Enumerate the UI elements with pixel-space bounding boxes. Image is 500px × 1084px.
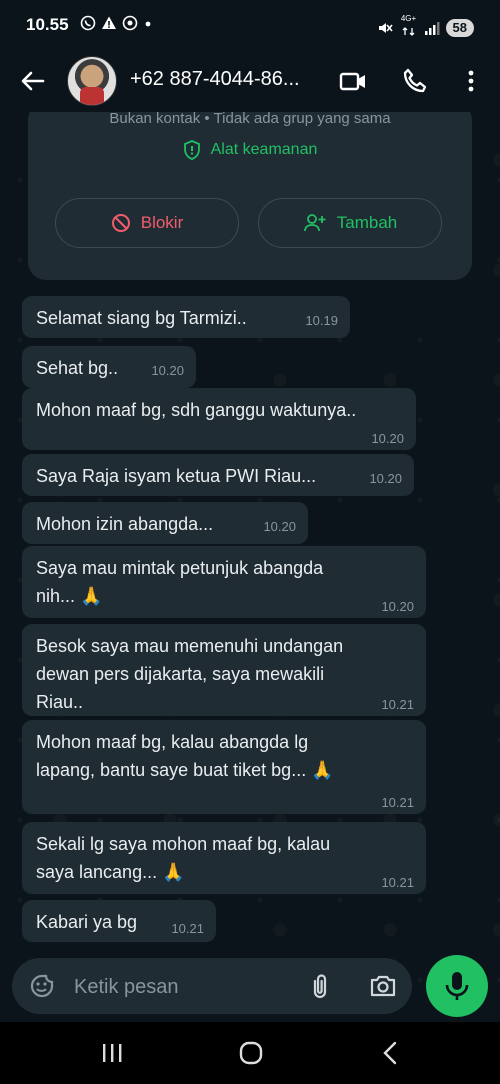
message-bubble[interactable]: Sehat bg.. 10.20 bbox=[22, 346, 196, 388]
message-text: Mohon izin abangda... bbox=[36, 514, 214, 534]
more-vert-icon[interactable] bbox=[456, 66, 486, 96]
message-text: Selamat siang bg Tarmizi.. bbox=[36, 308, 247, 328]
status-notification-icons bbox=[80, 15, 153, 31]
message-input[interactable] bbox=[72, 970, 276, 1004]
status-bar: 10.55 4G+ 58 bbox=[0, 0, 500, 50]
message-text: Saya Raja isyam ketua PWI Riau... bbox=[36, 466, 317, 486]
message-time: 10.20 bbox=[369, 471, 402, 486]
home-icon[interactable] bbox=[236, 1038, 266, 1068]
message-bubble[interactable]: Saya mau mintak petunjuk abangda nih... … bbox=[22, 546, 426, 618]
message-time: 10.21 bbox=[381, 875, 414, 890]
message-time: 10.20 bbox=[263, 519, 296, 534]
contact-name[interactable]: +62 887-4044-86... bbox=[130, 68, 315, 91]
add-contact-label: Tambah bbox=[336, 213, 398, 232]
warning-icon bbox=[102, 16, 116, 29]
message-text-line: dewan pers dijakarta, saya mewakili bbox=[36, 664, 325, 684]
block-icon bbox=[111, 214, 130, 232]
data-arrows-icon bbox=[402, 27, 414, 36]
status-system-icons: 4G+ 58 bbox=[376, 14, 474, 41]
message-time: 10.20 bbox=[151, 363, 184, 378]
message-text-line: lapang, bantu saye buat tiket bg... 🙏 bbox=[36, 760, 334, 780]
message-time: 10.20 bbox=[381, 599, 414, 614]
status-time: 10.55 bbox=[26, 15, 69, 34]
battery-level: 58 bbox=[445, 18, 474, 37]
message-bubble[interactable]: Saya Raja isyam ketua PWI Riau... 10.20 bbox=[22, 454, 414, 496]
shield-icon bbox=[183, 140, 200, 160]
microphone-icon bbox=[445, 972, 469, 1000]
emoji-sticker-icon[interactable] bbox=[28, 972, 56, 1000]
message-time: 10.19 bbox=[305, 313, 338, 328]
message-text-line: Sekali lg saya mohon maaf bg, kalau bbox=[36, 834, 331, 854]
message-text-line: Saya mau mintak petunjuk abangda bbox=[36, 558, 324, 578]
camera-icon[interactable] bbox=[368, 972, 398, 1000]
network-type-label: 4G+ bbox=[400, 14, 417, 23]
message-text: Kabari ya bg bbox=[36, 912, 138, 932]
mute-icon bbox=[378, 22, 393, 33]
voice-message-button[interactable] bbox=[426, 955, 488, 1017]
message-bubble[interactable]: Sekali lg saya mohon maaf bg, kalau saya… bbox=[22, 822, 426, 894]
block-button-label: Blokir bbox=[140, 213, 184, 232]
signal-icon bbox=[424, 21, 440, 35]
back-arrow-icon[interactable] bbox=[18, 66, 48, 96]
message-bubble[interactable]: Mohon maaf bg, sdh ganggu waktunya.. 10.… bbox=[22, 388, 416, 450]
message-bubble[interactable]: Mohon maaf bg, kalau abangda lg lapang, … bbox=[22, 720, 426, 814]
message-bubble[interactable]: Besok saya mau memenuhi undangan dewan p… bbox=[22, 624, 426, 716]
message-bubble[interactable]: Kabari ya bg 10.21 bbox=[22, 900, 216, 942]
contact-info-card: Bukan kontak • Tidak ada grup yang sama … bbox=[28, 112, 472, 280]
recent-apps-icon[interactable] bbox=[97, 1038, 127, 1068]
add-person-icon bbox=[303, 214, 326, 232]
network-indicator: 4G+ bbox=[400, 14, 418, 41]
video-call-icon[interactable] bbox=[338, 66, 368, 96]
whatsapp-notification-icon bbox=[80, 15, 96, 31]
phone-call-icon[interactable] bbox=[400, 66, 430, 96]
add-contact-button[interactable]: Tambah bbox=[258, 198, 442, 248]
message-text-line: nih... 🙏 bbox=[36, 586, 103, 606]
message-list[interactable]: Bukan kontak • Tidak ada grup yang sama … bbox=[0, 112, 500, 952]
message-bubble[interactable]: Selamat siang bg Tarmizi.. 10.19 bbox=[22, 296, 350, 338]
contact-status-text: Bukan kontak • Tidak ada grup yang sama bbox=[109, 112, 391, 127]
message-time: 10.20 bbox=[371, 431, 404, 446]
message-time: 10.21 bbox=[381, 795, 414, 810]
message-text-line: Mohon maaf bg, kalau abangda lg bbox=[36, 732, 309, 752]
security-tools-link[interactable]: Alat keamanan bbox=[28, 140, 472, 160]
message-bubble[interactable]: Mohon izin abangda... 10.20 bbox=[22, 502, 308, 544]
block-button[interactable]: Blokir bbox=[55, 198, 239, 248]
message-text: Mohon maaf bg, sdh ganggu waktunya.. bbox=[36, 400, 357, 420]
message-text-line: Riau.. bbox=[36, 692, 84, 712]
security-tools-label: Alat keamanan bbox=[210, 141, 318, 158]
message-composer bbox=[12, 958, 412, 1014]
message-text: Sehat bg.. bbox=[36, 358, 119, 378]
nav-back-icon[interactable] bbox=[376, 1038, 406, 1068]
dot-icon bbox=[145, 21, 151, 27]
message-text-line: saya lancang... 🙏 bbox=[36, 862, 185, 882]
chat-header: +62 887-4044-86... bbox=[0, 50, 500, 112]
attach-icon[interactable] bbox=[306, 972, 334, 1000]
app-notification-icon bbox=[122, 15, 138, 31]
message-time: 10.21 bbox=[171, 921, 204, 936]
message-text-line: Besok saya mau memenuhi undangan bbox=[36, 636, 344, 656]
message-time: 10.21 bbox=[381, 697, 414, 712]
system-navigation-bar bbox=[0, 1022, 500, 1084]
contact-avatar[interactable] bbox=[67, 56, 117, 106]
